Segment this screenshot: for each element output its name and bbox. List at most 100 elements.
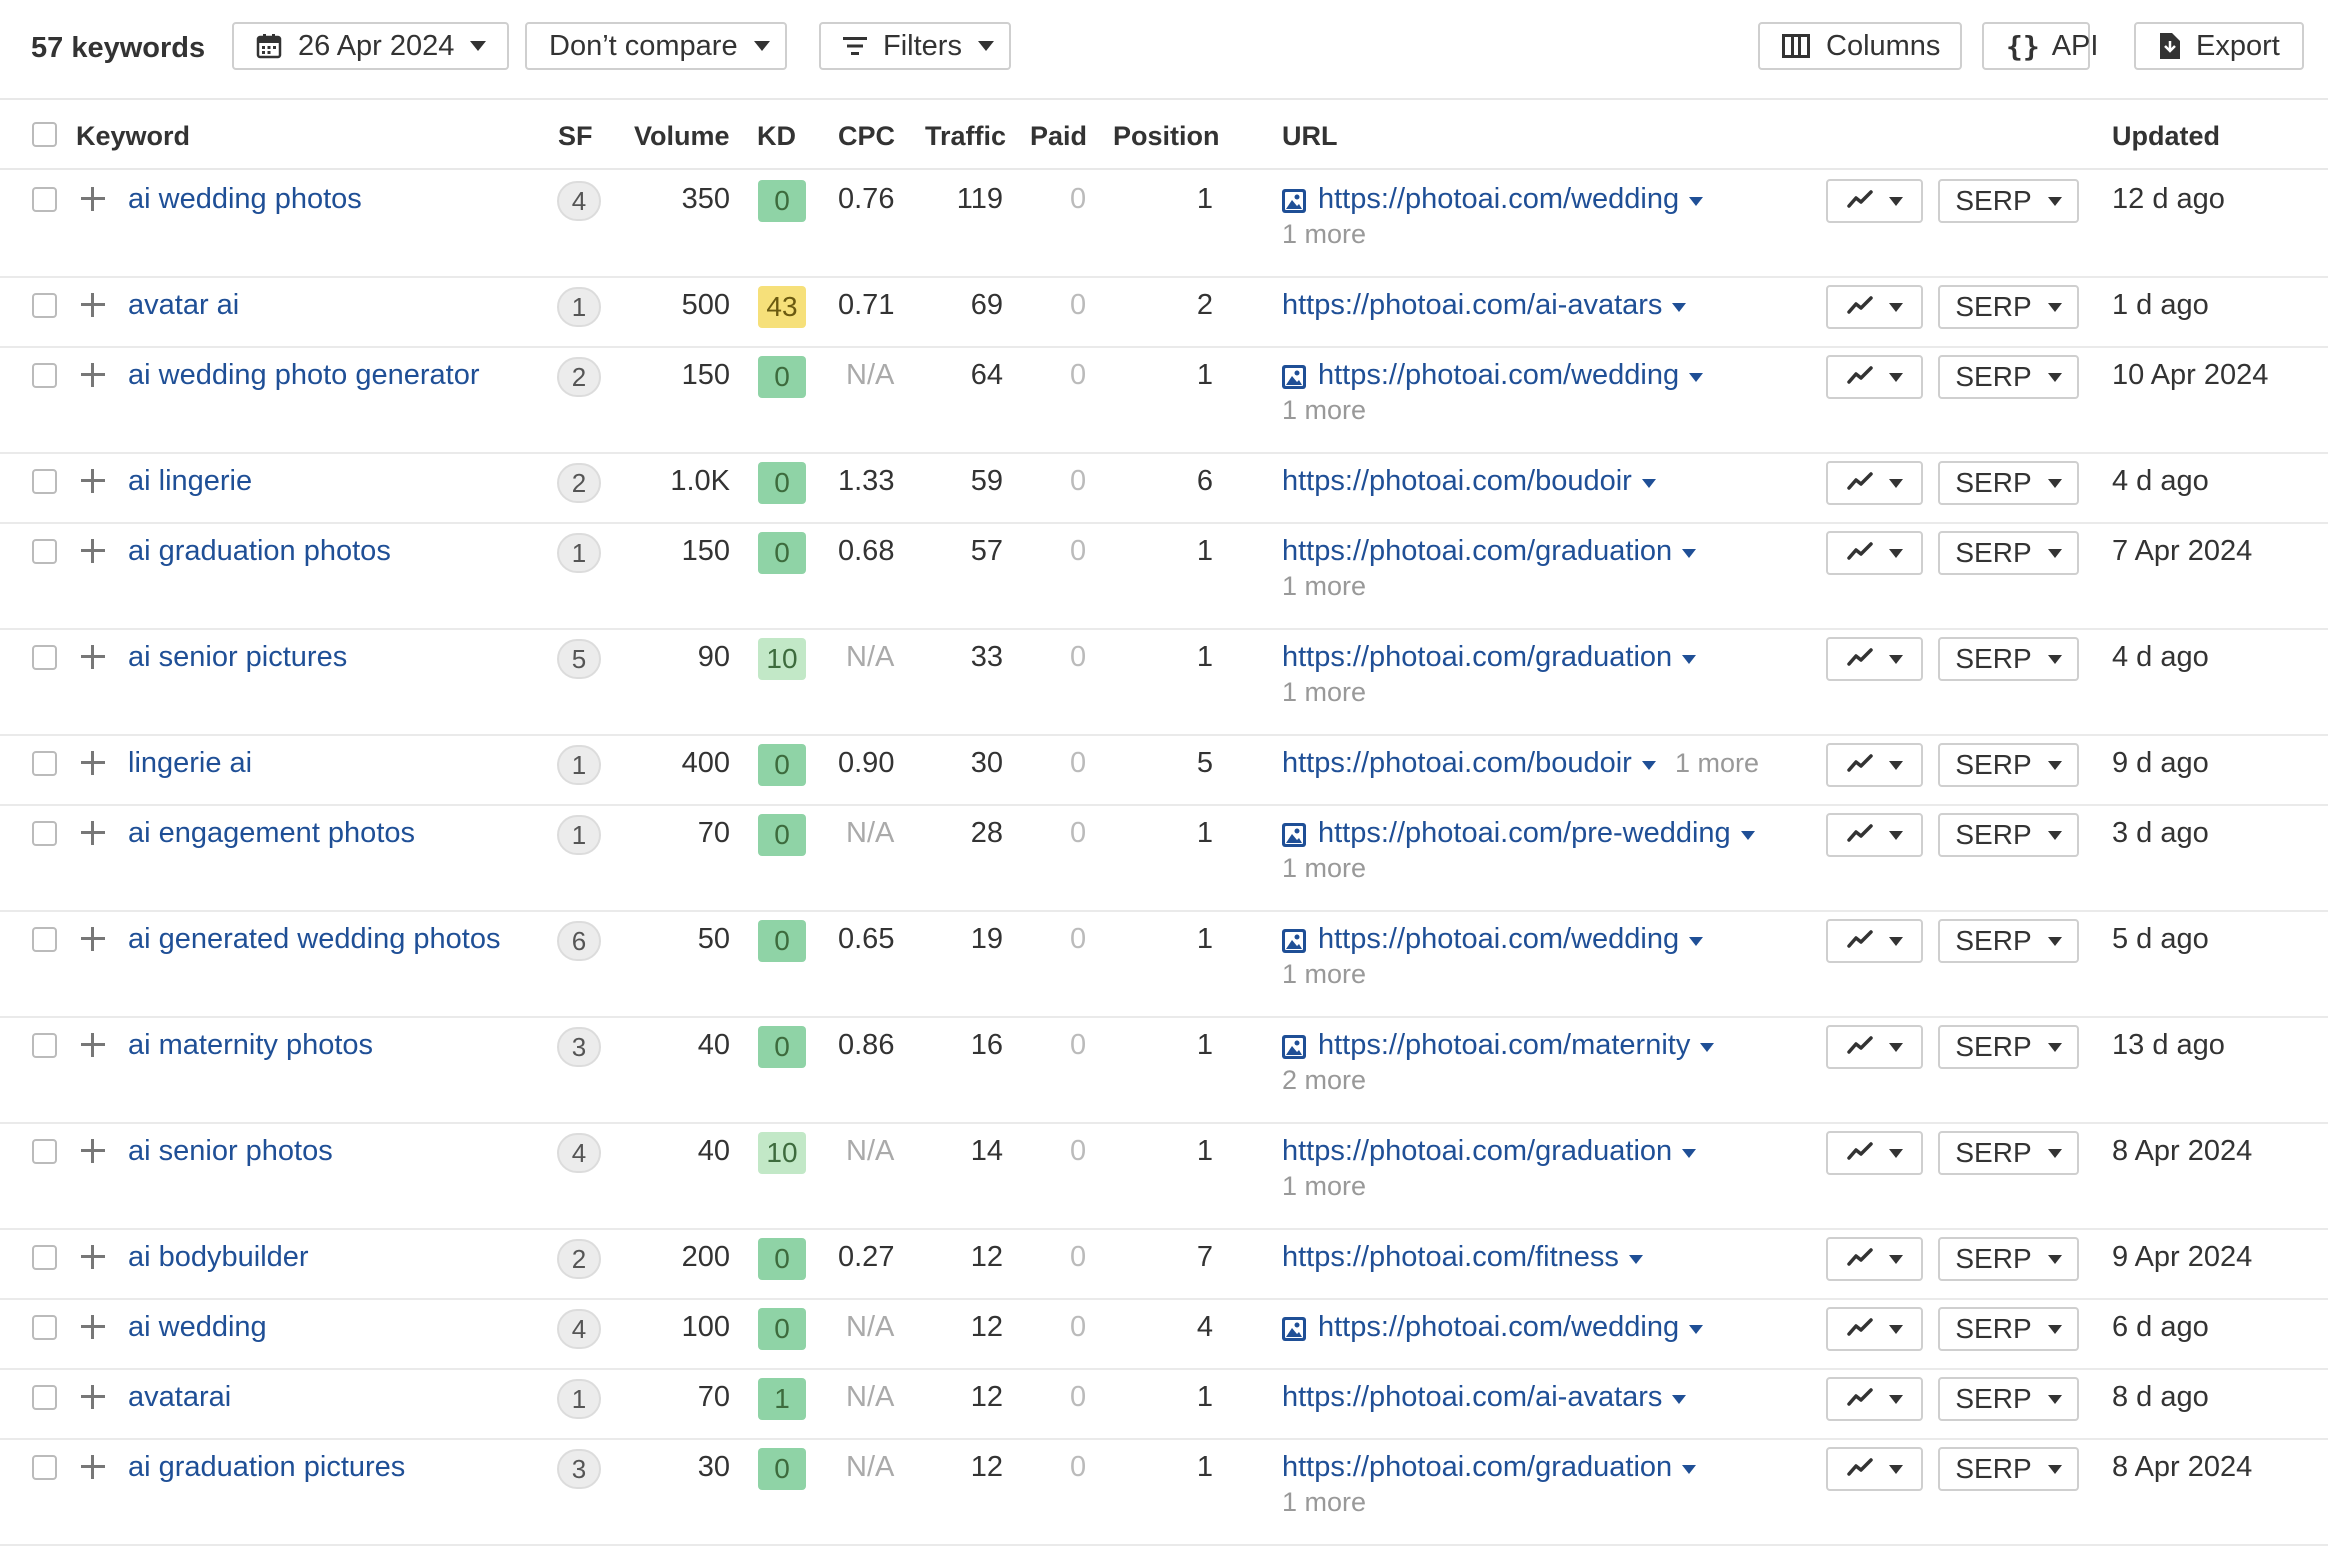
more-urls-link[interactable]: 1 more: [1282, 1486, 1366, 1518]
row-checkbox[interactable]: [32, 469, 57, 494]
traffic-value[interactable]: 30: [971, 746, 1003, 780]
row-checkbox[interactable]: [32, 645, 57, 670]
select-all-checkbox[interactable]: [32, 122, 57, 147]
add-to-list-icon[interactable]: [78, 642, 108, 672]
serp-features-badge[interactable]: 1: [557, 815, 601, 855]
keyword-link[interactable]: ai senior photos: [128, 1134, 333, 1168]
traffic-value[interactable]: 59: [971, 464, 1003, 498]
add-to-list-icon[interactable]: [78, 1452, 108, 1482]
traffic-value[interactable]: 12: [971, 1380, 1003, 1414]
row-checkbox[interactable]: [32, 927, 57, 952]
traffic-value[interactable]: 119: [957, 182, 1003, 216]
url-link[interactable]: https://photoai.com/ai-avatars: [1282, 1380, 1687, 1414]
trend-chart-button[interactable]: [1826, 1025, 1923, 1069]
columns-button[interactable]: Columns: [1758, 22, 1962, 70]
add-to-list-icon[interactable]: [78, 1030, 108, 1060]
chevron-down-icon[interactable]: [1672, 302, 1687, 312]
more-urls-link[interactable]: 1 more: [1282, 570, 1366, 602]
header-kd[interactable]: KD: [757, 120, 796, 152]
url-text[interactable]: https://photoai.com/graduation: [1282, 1450, 1672, 1484]
url-link[interactable]: https://photoai.com/wedding: [1282, 182, 1704, 216]
keyword-link[interactable]: ai graduation photos: [128, 534, 391, 568]
keyword-link[interactable]: ai wedding photos: [128, 182, 362, 216]
traffic-value[interactable]: 28: [971, 816, 1003, 850]
trend-chart-button[interactable]: [1826, 1237, 1923, 1281]
keyword-link[interactable]: ai senior pictures: [128, 640, 347, 674]
serp-button[interactable]: SERP: [1938, 1237, 2079, 1281]
add-to-list-icon[interactable]: [78, 1312, 108, 1342]
url-link[interactable]: https://photoai.com/ai-avatars: [1282, 288, 1687, 322]
url-link[interactable]: https://photoai.com/wedding: [1282, 1310, 1704, 1344]
keyword-link[interactable]: ai generated wedding photos: [128, 922, 500, 956]
keyword-link[interactable]: ai graduation pictures: [128, 1450, 405, 1484]
serp-button[interactable]: SERP: [1938, 461, 2079, 505]
add-to-list-icon[interactable]: [78, 1136, 108, 1166]
row-checkbox[interactable]: [32, 1245, 57, 1270]
chevron-down-icon[interactable]: [1740, 830, 1755, 840]
keyword-link[interactable]: avatar ai: [128, 288, 239, 322]
serp-features-badge[interactable]: 1: [557, 1379, 601, 1419]
url-text[interactable]: https://photoai.com/pre-wedding: [1318, 816, 1731, 850]
serp-features-badge[interactable]: 4: [557, 1133, 601, 1173]
header-traffic[interactable]: Traffic: [925, 120, 1006, 152]
traffic-value[interactable]: 12: [971, 1310, 1003, 1344]
serp-button[interactable]: SERP: [1938, 1025, 2079, 1069]
url-text[interactable]: https://photoai.com/fitness: [1282, 1240, 1619, 1274]
trend-chart-button[interactable]: [1826, 461, 1923, 505]
keyword-link[interactable]: ai bodybuilder: [128, 1240, 309, 1274]
serp-features-badge[interactable]: 1: [557, 745, 601, 785]
chevron-down-icon[interactable]: [1682, 654, 1697, 664]
url-link[interactable]: https://photoai.com/wedding: [1282, 922, 1704, 956]
trend-chart-button[interactable]: [1826, 531, 1923, 575]
more-urls-link[interactable]: 2 more: [1282, 1064, 1366, 1096]
add-to-list-icon[interactable]: [78, 924, 108, 954]
header-url[interactable]: URL: [1282, 120, 1338, 152]
traffic-value[interactable]: 12: [971, 1240, 1003, 1274]
chevron-down-icon[interactable]: [1700, 1042, 1715, 1052]
row-checkbox[interactable]: [32, 363, 57, 388]
serp-button[interactable]: SERP: [1938, 919, 2079, 963]
trend-chart-button[interactable]: [1826, 355, 1923, 399]
url-text[interactable]: https://photoai.com/graduation: [1282, 534, 1672, 568]
trend-chart-button[interactable]: [1826, 285, 1923, 329]
serp-button[interactable]: SERP: [1938, 1131, 2079, 1175]
row-checkbox[interactable]: [32, 1385, 57, 1410]
url-link[interactable]: https://photoai.com/graduation: [1282, 534, 1697, 568]
chevron-down-icon[interactable]: [1672, 1394, 1687, 1404]
serp-button[interactable]: SERP: [1938, 1377, 2079, 1421]
serp-button[interactable]: SERP: [1938, 637, 2079, 681]
trend-chart-button[interactable]: [1826, 1447, 1923, 1491]
trend-chart-button[interactable]: [1826, 1307, 1923, 1351]
url-text[interactable]: https://photoai.com/ai-avatars: [1282, 288, 1662, 322]
header-position[interactable]: Position: [1113, 120, 1220, 152]
url-link[interactable]: https://photoai.com/maternity: [1282, 1028, 1715, 1062]
keyword-link[interactable]: ai wedding photo generator: [128, 358, 479, 392]
chevron-down-icon[interactable]: [1689, 372, 1704, 382]
keyword-link[interactable]: ai wedding: [128, 1310, 267, 1344]
add-to-list-icon[interactable]: [78, 536, 108, 566]
trend-chart-button[interactable]: [1826, 813, 1923, 857]
more-urls-link[interactable]: 1 more: [1282, 394, 1366, 426]
chevron-down-icon[interactable]: [1689, 196, 1704, 206]
traffic-value[interactable]: 64: [971, 358, 1003, 392]
export-button[interactable]: Export: [2134, 22, 2304, 70]
url-link[interactable]: https://photoai.com/boudoir: [1282, 746, 1656, 780]
add-to-list-icon[interactable]: [78, 290, 108, 320]
more-urls-link[interactable]: 1 more: [1282, 218, 1366, 250]
url-text[interactable]: https://photoai.com/boudoir: [1282, 746, 1632, 780]
url-link[interactable]: https://photoai.com/graduation: [1282, 1134, 1697, 1168]
url-text[interactable]: https://photoai.com/wedding: [1318, 358, 1679, 392]
url-link[interactable]: https://photoai.com/graduation: [1282, 1450, 1697, 1484]
more-urls-link[interactable]: 1 more: [1675, 746, 1759, 780]
api-button[interactable]: {} API: [1982, 22, 2098, 70]
trend-chart-button[interactable]: [1826, 1377, 1923, 1421]
add-to-list-icon[interactable]: [78, 1382, 108, 1412]
chevron-down-icon[interactable]: [1689, 1324, 1704, 1334]
chevron-down-icon[interactable]: [1641, 478, 1656, 488]
url-text[interactable]: https://photoai.com/wedding: [1318, 1310, 1679, 1344]
traffic-value[interactable]: 69: [971, 288, 1003, 322]
row-checkbox[interactable]: [32, 1455, 57, 1480]
url-link[interactable]: https://photoai.com/fitness: [1282, 1240, 1643, 1274]
row-checkbox[interactable]: [32, 1033, 57, 1058]
serp-features-badge[interactable]: 1: [557, 533, 601, 573]
